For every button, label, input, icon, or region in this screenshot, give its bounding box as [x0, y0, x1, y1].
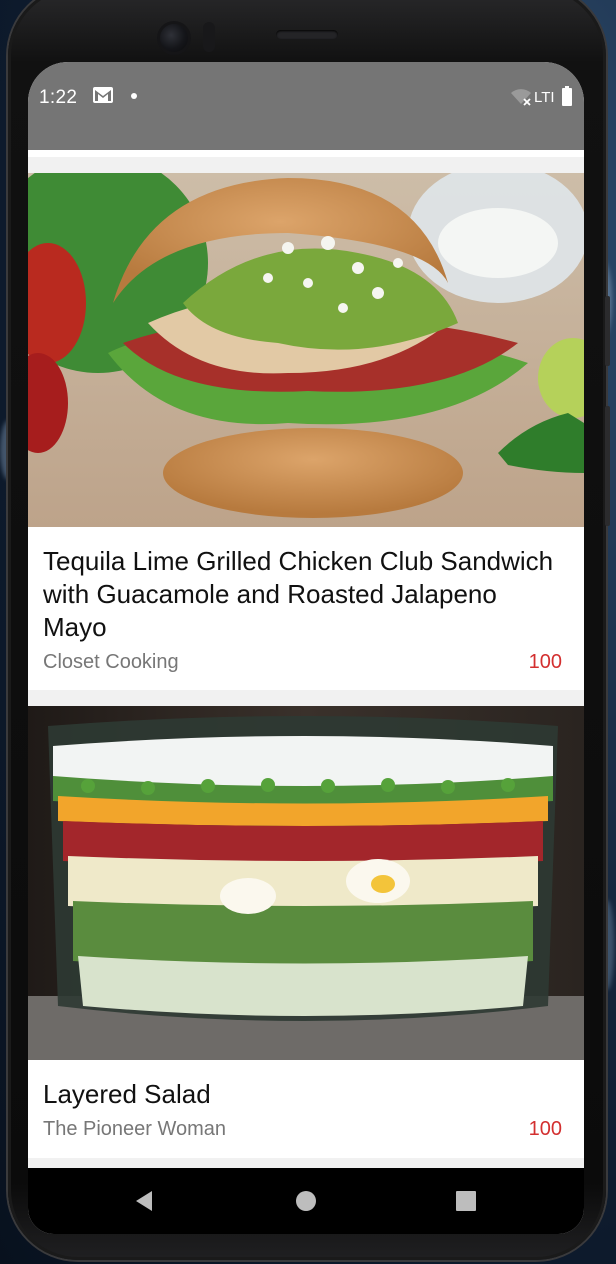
- recents-icon: [456, 1191, 476, 1211]
- layered-salad-photo: [28, 706, 584, 1060]
- status-bar: 1:22 LTI: [28, 62, 584, 150]
- recipe-card[interactable]: Layered Salad The Pioneer Woman 100: [28, 706, 584, 1158]
- home-button[interactable]: [286, 1168, 326, 1234]
- home-icon: [296, 1191, 316, 1211]
- battery-icon: [562, 86, 572, 106]
- recipe-score: 100: [528, 651, 562, 673]
- wifi-off-icon: [511, 89, 531, 106]
- status-time: 1:22: [39, 87, 78, 108]
- recipe-source: Closet Cooking: [43, 651, 179, 673]
- proximity-sensor: [203, 22, 215, 52]
- earpiece-speaker: [276, 30, 338, 39]
- phone-screen: 1:22 LTI Tequila Lime Grilled Chicken Cl…: [28, 62, 584, 1234]
- power-button: [605, 296, 610, 366]
- recipe-source: The Pioneer Woman: [43, 1118, 227, 1140]
- recents-button[interactable]: [446, 1168, 486, 1234]
- previous-card-edge: [28, 150, 584, 157]
- gmail-icon: [93, 87, 113, 103]
- recipe-card[interactable]: Tequila Lime Grilled Chicken Club Sandwi…: [28, 173, 584, 690]
- recipe-title: Tequila Lime Grilled Chicken Club Sandwi…: [43, 546, 554, 642]
- recipe-score: 100: [528, 1118, 562, 1140]
- recipe-feed[interactable]: Tequila Lime Grilled Chicken Club Sandwi…: [28, 150, 584, 1168]
- back-button[interactable]: [124, 1168, 164, 1234]
- network-label: LTI: [534, 89, 555, 106]
- recipe-title: Layered Salad: [43, 1079, 211, 1109]
- back-icon: [136, 1191, 152, 1211]
- volume-button: [605, 406, 610, 526]
- notification-dot: [131, 93, 137, 99]
- chicken-club-sandwich-photo: [28, 173, 584, 527]
- front-camera: [160, 24, 188, 52]
- navigation-bar: [28, 1168, 584, 1234]
